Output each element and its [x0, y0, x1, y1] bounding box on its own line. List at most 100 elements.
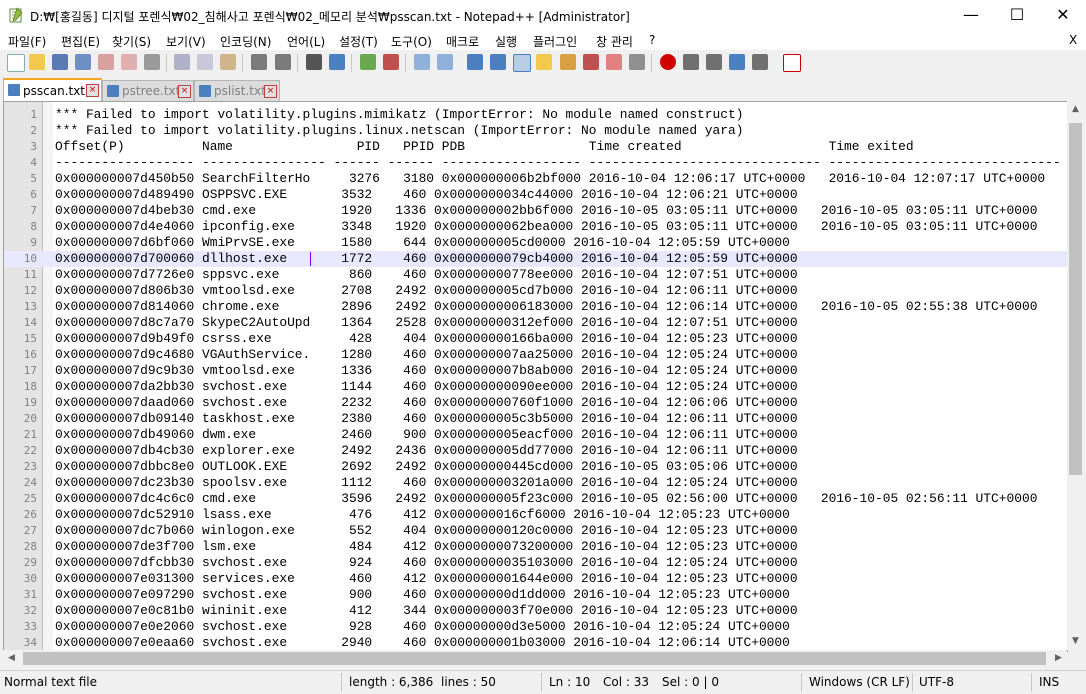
tab-close-icon[interactable]: ×	[86, 84, 99, 97]
run-macro-multiple-icon[interactable]	[729, 54, 745, 70]
line-text[interactable]: 0x000000007e0eaa60 svchost.exe 2940 460 …	[55, 635, 790, 651]
document-map-icon[interactable]	[536, 54, 552, 70]
scroll-right-icon[interactable]: ▶	[1050, 650, 1067, 667]
editor-line[interactable]: 27 0x000000007dc7b060 winlogon.exe 552 40…	[4, 523, 1067, 539]
line-text[interactable]: 0x000000007d806b30 vmtoolsd.exe 2708 249…	[55, 283, 798, 299]
line-text[interactable]: 0x000000007d4e4060 ipconfig.exe 3348 192…	[55, 219, 1037, 235]
minimize-button[interactable]: —	[948, 0, 994, 31]
line-text[interactable]: ------------------ ---------------- ----…	[55, 155, 1061, 171]
line-text[interactable]: 0x000000007d489490 OSPPSVC.EXE 3532 460 …	[55, 187, 798, 203]
stop-macro-icon[interactable]	[683, 54, 699, 70]
menu-language[interactable]: 언어(L)	[287, 33, 325, 50]
spell-check-icon[interactable]	[783, 54, 801, 72]
line-text[interactable]: 0x000000007dc52910 lsass.exe 476 412 0x0…	[55, 507, 790, 523]
line-text[interactable]: 0x000000007e0e2060 svchost.exe 928 460 0…	[55, 619, 790, 635]
editor-line[interactable]: 19 0x000000007daad060 svchost.exe 2232 46…	[4, 395, 1067, 411]
editor-line[interactable]: 29 0x000000007dfcbb30 svchost.exe 924 460…	[4, 555, 1067, 571]
line-text[interactable]: 0x000000007dc7b060 winlogon.exe 552 404 …	[55, 523, 798, 539]
editor-line[interactable]: 9 0x000000007d6bf060 WmiPrvSE.exe 1580 64…	[4, 235, 1067, 251]
line-text[interactable]: 0x000000007d8c7a70 SkypeC2AutoUpd 1364 2…	[55, 315, 798, 331]
save-macro-icon[interactable]	[752, 54, 768, 70]
vertical-scrollbar[interactable]: ▲ ▼	[1067, 101, 1084, 650]
close-document-button[interactable]: X	[1069, 33, 1077, 47]
line-text[interactable]: 0x000000007d4beb30 cmd.exe 1920 1336 0x0…	[55, 203, 1037, 219]
menu-settings[interactable]: 설정(T)	[339, 33, 378, 50]
menu-file[interactable]: 파일(F)	[8, 33, 46, 50]
editor-line[interactable]: 7 0x000000007d4beb30 cmd.exe 1920 1336 0x…	[4, 203, 1067, 219]
close-window-button[interactable]: ✕	[1040, 0, 1086, 31]
line-text[interactable]: 0x000000007dc4c6c0 cmd.exe 3596 2492 0x0…	[55, 491, 1037, 507]
line-text[interactable]: Offset(P) Name PID PPID PDB Time created…	[55, 139, 914, 155]
document-list-icon[interactable]	[606, 54, 622, 70]
editor-line[interactable]: 12 0x000000007d806b30 vmtoolsd.exe 2708 2…	[4, 283, 1067, 299]
editor-line[interactable]: 14 0x000000007d8c7a70 SkypeC2AutoUpd 1364…	[4, 315, 1067, 331]
tab-pslist[interactable]: pslist.txt ×	[194, 80, 280, 101]
folder-workspace-icon[interactable]	[583, 54, 599, 70]
show-all-chars-icon[interactable]	[490, 54, 506, 70]
editor-line[interactable]: 17 0x000000007d9c9b30 vmtoolsd.exe 1336 4…	[4, 363, 1067, 379]
line-text[interactable]: 0x000000007d814060 chrome.exe 2896 2492 …	[55, 299, 1037, 315]
editor-line[interactable]: 1 *** Failed to import volatility.plugins…	[4, 107, 1067, 123]
line-text[interactable]: 0x000000007d450b50 SearchFilterHo 3276 3…	[55, 171, 1045, 187]
redo-icon[interactable]	[275, 54, 291, 70]
menu-encoding[interactable]: 인코딩(N)	[220, 33, 271, 50]
undo-icon[interactable]	[251, 54, 267, 70]
word-wrap-icon[interactable]	[467, 54, 483, 70]
editor-line[interactable]: 32 0x000000007e0c81b0 wininit.exe 412 344…	[4, 603, 1067, 619]
editor-line[interactable]: 13 0x000000007d814060 chrome.exe 2896 249…	[4, 299, 1067, 315]
editor-line[interactable]: 22 0x000000007db4cb30 explorer.exe 2492 2…	[4, 443, 1067, 459]
menu-macro[interactable]: 매크로	[446, 33, 479, 50]
line-text[interactable]: 0x000000007daad060 svchost.exe 2232 460 …	[55, 395, 798, 411]
menu-run[interactable]: 실행	[495, 33, 517, 50]
menu-search[interactable]: 찾기(S)	[112, 33, 151, 50]
vertical-scroll-thumb[interactable]	[1069, 123, 1082, 475]
editor-line[interactable]: 21 0x000000007db49060 dwm.exe 2460 900 0x…	[4, 427, 1067, 443]
line-text[interactable]: 0x000000007db49060 dwm.exe 2460 900 0x00…	[55, 427, 798, 443]
horizontal-scroll-thumb[interactable]	[23, 652, 1046, 665]
record-macro-icon[interactable]	[660, 54, 676, 70]
tab-pstree[interactable]: pstree.txt ×	[102, 80, 194, 101]
maximize-button[interactable]: ☐	[994, 0, 1040, 31]
editor-line[interactable]: 20 0x000000007db09140 taskhost.exe 2380 4…	[4, 411, 1067, 427]
new-file-icon[interactable]	[7, 54, 25, 72]
line-text[interactable]: 0x000000007dbbc8e0 OUTLOOK.EXE 2692 2492…	[55, 459, 798, 475]
editor-line[interactable]: 4 ------------------ ---------------- ---…	[4, 155, 1067, 171]
editor-line[interactable]: 33 0x000000007e0e2060 svchost.exe 928 460…	[4, 619, 1067, 635]
tab-close-icon[interactable]: ×	[264, 85, 277, 98]
editor-line[interactable]: 23 0x000000007dbbc8e0 OUTLOOK.EXE 2692 24…	[4, 459, 1067, 475]
function-list-icon[interactable]	[560, 54, 576, 70]
status-insert-mode[interactable]: INS	[1039, 675, 1059, 689]
line-text[interactable]: 0x000000007e097290 svchost.exe 900 460 0…	[55, 587, 790, 603]
editor-line[interactable]: 34 0x000000007e0eaa60 svchost.exe 2940 46…	[4, 635, 1067, 651]
editor-line[interactable]: 25 0x000000007dc4c6c0 cmd.exe 3596 2492 0…	[4, 491, 1067, 507]
sync-horizontal-icon[interactable]	[437, 54, 453, 70]
line-text[interactable]: 0x000000007dc23b30 spoolsv.exe 1112 460 …	[55, 475, 798, 491]
editor-line[interactable]: 3 Offset(P) Name PID PPID PDB Time create…	[4, 139, 1067, 155]
sync-vertical-icon[interactable]	[414, 54, 430, 70]
zoom-in-icon[interactable]	[360, 54, 376, 70]
copy-icon[interactable]	[197, 54, 213, 70]
scroll-up-icon[interactable]: ▲	[1067, 101, 1084, 118]
line-text[interactable]: 0x000000007d9c4680 VGAuthService. 1280 4…	[55, 347, 798, 363]
print-icon[interactable]	[144, 54, 160, 70]
editor-line[interactable]: 28 0x000000007de3f700 lsm.exe 484 412 0x0…	[4, 539, 1067, 555]
tab-close-icon[interactable]: ×	[178, 85, 191, 98]
open-file-icon[interactable]	[29, 54, 45, 70]
editor-line[interactable]: 10 0x000000007d700060 dllhost.exe 1772 46…	[4, 251, 1067, 267]
editor-line[interactable]: 16 0x000000007d9c4680 VGAuthService. 1280…	[4, 347, 1067, 363]
line-text[interactable]: 0x000000007e031300 services.exe 460 412 …	[55, 571, 798, 587]
editor-line[interactable]: 15 0x000000007d9b49f0 csrss.exe 428 404 0…	[4, 331, 1067, 347]
save-all-icon[interactable]	[75, 54, 91, 70]
line-text[interactable]: *** Failed to import volatility.plugins.…	[55, 123, 743, 139]
menu-help[interactable]: ?	[649, 33, 655, 47]
line-text[interactable]: 0x000000007db09140 taskhost.exe 2380 460…	[55, 411, 798, 427]
editor-line[interactable]: 24 0x000000007dc23b30 spoolsv.exe 1112 46…	[4, 475, 1067, 491]
menu-plugins[interactable]: 플러그인	[533, 33, 577, 50]
menu-edit[interactable]: 편집(E)	[61, 33, 100, 50]
find-icon[interactable]	[306, 54, 322, 70]
menu-tools[interactable]: 도구(O)	[391, 33, 432, 50]
scroll-left-icon[interactable]: ◀	[3, 650, 20, 667]
tab-psscan[interactable]: psscan.txt ×	[3, 78, 102, 103]
editor-line[interactable]: 11 0x000000007d7726e0 sppsvc.exe 860 460 …	[4, 267, 1067, 283]
paste-icon[interactable]	[220, 54, 236, 70]
